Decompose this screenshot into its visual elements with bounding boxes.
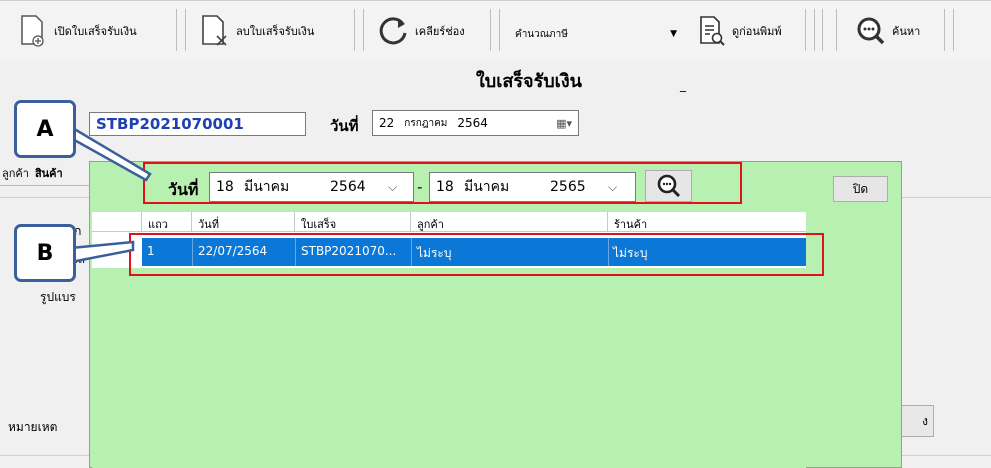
callout-pointers xyxy=(67,125,152,264)
callout-label-b: B xyxy=(14,224,76,282)
callout-label-a: A xyxy=(14,100,76,158)
